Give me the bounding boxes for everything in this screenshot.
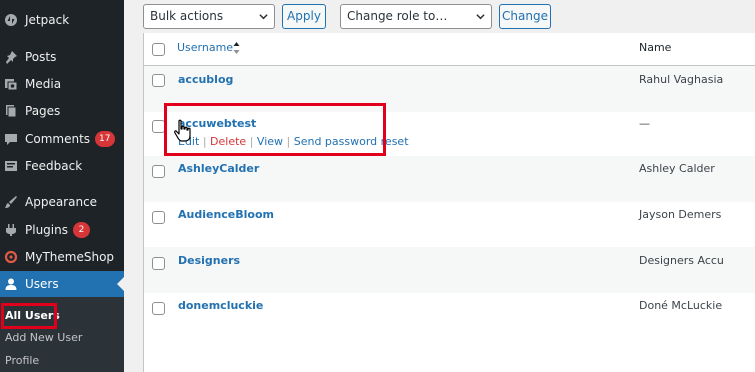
comments-count-badge: 17 bbox=[95, 131, 115, 147]
sidebar-item-label: MyThemeShop bbox=[25, 250, 115, 264]
row-highlight-box bbox=[164, 103, 386, 156]
sidebar-item-jetpack[interactable]: Jetpack bbox=[0, 7, 124, 33]
user-full-name: Rahul Vaghasia bbox=[639, 73, 724, 86]
sidebar-item-label: Appearance bbox=[25, 195, 98, 209]
sidebar-item-label: Comments bbox=[25, 132, 91, 146]
sidebar-item-mythemeshop[interactable]: MyThemeShop bbox=[0, 244, 124, 270]
user-full-name: Designers Accu bbox=[639, 254, 724, 267]
sidebar-item-users[interactable]: Users bbox=[0, 271, 124, 297]
media-icon bbox=[4, 77, 18, 91]
select-all-checkbox[interactable] bbox=[152, 43, 165, 56]
admin-sidebar: Jetpack Posts Media Pages Comments 17 Fe… bbox=[0, 0, 124, 372]
table-header: Username Name bbox=[144, 33, 755, 66]
bulk-actions-select[interactable]: Bulk actions bbox=[143, 4, 275, 29]
name-column-header: Name bbox=[639, 41, 672, 54]
sidebar-item-label: Jetpack bbox=[25, 13, 70, 27]
table-row: Designers Designers Accu bbox=[144, 247, 755, 293]
paintbrush-icon bbox=[4, 195, 18, 209]
chevron-down-icon bbox=[476, 14, 485, 20]
username-column-header[interactable]: Username bbox=[177, 41, 233, 54]
sidebar-item-label: Feedback bbox=[25, 159, 83, 173]
user-full-name: — bbox=[639, 117, 650, 130]
username-link[interactable]: donemcluckie bbox=[178, 299, 263, 312]
change-role-value: Change role to… bbox=[347, 9, 448, 23]
pages-icon bbox=[4, 104, 18, 118]
submenu-profile[interactable]: Profile bbox=[5, 354, 39, 367]
table-row: donemcluckie Doné McLuckie bbox=[144, 293, 755, 339]
row-checkbox[interactable] bbox=[152, 211, 165, 224]
sort-icon[interactable] bbox=[233, 41, 240, 55]
row-checkbox[interactable] bbox=[152, 74, 165, 87]
plugin-icon bbox=[4, 223, 18, 237]
bulk-actions-value: Bulk actions bbox=[150, 9, 224, 23]
sidebar-item-label: Pages bbox=[25, 104, 61, 118]
sidebar-item-posts[interactable]: Posts bbox=[0, 44, 124, 70]
change-button[interactable]: Change bbox=[499, 4, 551, 29]
active-menu-arrow bbox=[117, 277, 124, 291]
users-icon bbox=[4, 277, 18, 291]
sidebar-item-label: Posts bbox=[25, 50, 57, 64]
table-row: AshleyCalder Ashley Calder bbox=[144, 156, 755, 202]
username-link[interactable]: AudienceBloom bbox=[178, 208, 274, 221]
plugins-count-badge: 2 bbox=[72, 222, 90, 238]
submenu-add-new-user[interactable]: Add New User bbox=[5, 331, 82, 344]
users-table: Username Name accublog Rahul Vaghasia ac… bbox=[143, 33, 755, 372]
hand-pointer-icon bbox=[174, 119, 191, 142]
apply-button[interactable]: Apply bbox=[282, 4, 326, 29]
feedback-icon bbox=[4, 159, 18, 173]
change-role-select[interactable]: Change role to… bbox=[340, 4, 492, 29]
username-link[interactable]: AshleyCalder bbox=[178, 162, 259, 175]
sidebar-item-pages[interactable]: Pages bbox=[0, 98, 124, 124]
username-link[interactable]: accublog bbox=[178, 73, 233, 86]
sidebar-item-label: Users bbox=[25, 277, 59, 291]
sidebar-item-appearance[interactable]: Appearance bbox=[0, 189, 124, 215]
mythemeshop-icon bbox=[4, 250, 18, 264]
table-row: AudienceBloom Jayson Demers bbox=[144, 202, 755, 248]
chevron-down-icon bbox=[259, 14, 268, 20]
sidebar-item-label: Media bbox=[25, 77, 62, 91]
pin-icon bbox=[4, 50, 18, 64]
all-users-highlight-box bbox=[1, 303, 57, 329]
username-link[interactable]: Designers bbox=[178, 254, 240, 267]
sidebar-item-label: Plugins bbox=[25, 223, 68, 237]
user-full-name: Jayson Demers bbox=[639, 208, 722, 221]
sidebar-item-plugins[interactable]: Plugins 2 bbox=[0, 217, 124, 243]
sidebar-item-comments[interactable]: Comments 17 bbox=[0, 126, 124, 152]
sidebar-item-media[interactable]: Media bbox=[0, 71, 124, 97]
comment-icon bbox=[4, 132, 18, 146]
sidebar-item-feedback[interactable]: Feedback bbox=[0, 153, 124, 179]
row-checkbox[interactable] bbox=[152, 165, 165, 178]
row-checkbox[interactable] bbox=[152, 302, 165, 315]
user-full-name: Ashley Calder bbox=[639, 162, 715, 175]
row-checkbox[interactable] bbox=[152, 257, 165, 270]
user-full-name: Doné McLuckie bbox=[639, 299, 723, 312]
jetpack-icon bbox=[4, 13, 18, 27]
